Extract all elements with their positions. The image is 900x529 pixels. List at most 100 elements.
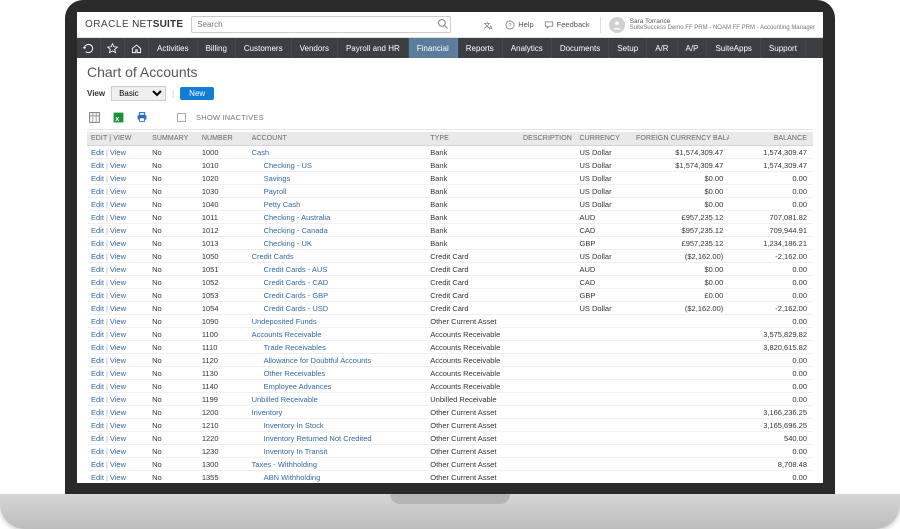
view-link[interactable]: View [110, 161, 126, 170]
col-type[interactable]: TYPE [426, 132, 519, 146]
col-description[interactable]: DESCRIPTION [519, 132, 576, 146]
nav-shortcuts-icon[interactable] [101, 38, 125, 58]
csv-export-icon[interactable] [87, 110, 101, 124]
view-link[interactable]: View [110, 356, 126, 365]
account-link[interactable]: Credit Cards - CAD [252, 278, 329, 287]
view-link[interactable]: View [110, 408, 126, 417]
view-link[interactable]: View [110, 187, 126, 196]
account-link[interactable]: Petty Cash [252, 200, 301, 209]
account-link[interactable]: Credit Cards - AUS [252, 265, 328, 274]
col-number[interactable]: NUMBER [198, 132, 248, 146]
search-input[interactable] [191, 16, 451, 33]
account-link[interactable]: Allowance for Doubtful Accounts [252, 356, 372, 365]
account-link[interactable]: Savings [252, 174, 291, 183]
view-link[interactable]: View [110, 278, 126, 287]
account-link[interactable]: Undeposited Funds [252, 317, 317, 326]
nav-item-analytics[interactable]: Analytics [503, 38, 552, 58]
edit-link[interactable]: Edit [91, 356, 104, 365]
edit-link[interactable]: Edit [91, 460, 104, 469]
show-inactives-checkbox[interactable] [177, 113, 186, 122]
account-link[interactable]: Other Receivables [252, 369, 326, 378]
edit-link[interactable]: Edit [91, 473, 104, 482]
view-link[interactable]: View [110, 226, 126, 235]
view-link[interactable]: View [110, 447, 126, 456]
nav-item-reports[interactable]: Reports [458, 38, 503, 58]
edit-link[interactable]: Edit [91, 265, 104, 274]
view-link[interactable]: View [110, 330, 126, 339]
col-fcb[interactable]: FOREIGN CURRENCY BALANCE [632, 132, 729, 146]
account-link[interactable]: Payroll [252, 187, 287, 196]
nav-item-vendors[interactable]: Vendors [292, 38, 338, 58]
nav-item-billing[interactable]: Billing [198, 38, 236, 58]
account-link[interactable]: Employee Advances [252, 382, 332, 391]
edit-link[interactable]: Edit [91, 291, 104, 300]
edit-link[interactable]: Edit [91, 278, 104, 287]
edit-link[interactable]: Edit [91, 304, 104, 313]
view-link[interactable]: View [110, 434, 126, 443]
view-select[interactable]: Basic [111, 86, 166, 101]
account-link[interactable]: Inventory [252, 408, 283, 417]
view-link[interactable]: View [110, 473, 126, 482]
edit-link[interactable]: Edit [91, 369, 104, 378]
nav-item-customers[interactable]: Customers [236, 38, 292, 58]
nav-item-a-r[interactable]: A/R [647, 38, 677, 58]
account-link[interactable]: Checking - UK [252, 239, 312, 248]
new-button[interactable]: New [180, 87, 214, 100]
view-link[interactable]: View [110, 382, 126, 391]
view-link[interactable]: View [110, 343, 126, 352]
help-link[interactable]: ? Help [505, 20, 533, 30]
edit-link[interactable]: Edit [91, 395, 104, 404]
account-link[interactable]: Inventory In Stock [252, 421, 324, 430]
account-link[interactable]: Trade Receivables [252, 343, 326, 352]
edit-link[interactable]: Edit [91, 226, 104, 235]
col-account[interactable]: ACCOUNT [248, 132, 427, 146]
nav-item-setup[interactable]: Setup [609, 38, 647, 58]
account-link[interactable]: Unbilled Receivable [252, 395, 318, 404]
nav-item-documents[interactable]: Documents [552, 38, 609, 58]
feedback-link[interactable]: Feedback [544, 20, 590, 30]
account-link[interactable]: Inventory In Transit [252, 447, 328, 456]
edit-link[interactable]: Edit [91, 382, 104, 391]
edit-link[interactable]: Edit [91, 408, 104, 417]
col-currency[interactable]: CURRENCY [575, 132, 632, 146]
search-icon[interactable] [437, 18, 447, 28]
view-link[interactable]: View [110, 291, 126, 300]
account-link[interactable]: Inventory Returned Not Credited [252, 434, 372, 443]
edit-link[interactable]: Edit [91, 213, 104, 222]
view-link[interactable]: View [110, 213, 126, 222]
nav-item-support[interactable]: Support [761, 38, 806, 58]
view-link[interactable]: View [110, 148, 126, 157]
account-link[interactable]: Taxes - Withholding [252, 460, 317, 469]
edit-link[interactable]: Edit [91, 200, 104, 209]
account-link[interactable]: ABN Withholding [252, 473, 321, 482]
nav-item-financial[interactable]: Financial [409, 38, 458, 58]
account-link[interactable]: Credit Cards [252, 252, 294, 261]
account-link[interactable]: Checking - Australia [252, 213, 331, 222]
account-link[interactable]: Credit Cards - USD [252, 304, 329, 313]
view-link[interactable]: View [110, 369, 126, 378]
user-menu[interactable]: Sara Torrance SuiteSuccess Demo FF PRM -… [600, 17, 815, 33]
account-link[interactable]: Cash [252, 148, 270, 157]
view-link[interactable]: View [110, 174, 126, 183]
edit-link[interactable]: Edit [91, 239, 104, 248]
view-link[interactable]: View [110, 200, 126, 209]
edit-link[interactable]: Edit [91, 161, 104, 170]
nav-item-a-p[interactable]: A/P [678, 38, 708, 58]
view-link[interactable]: View [110, 421, 126, 430]
edit-link[interactable]: Edit [91, 317, 104, 326]
edit-link[interactable]: Edit [91, 330, 104, 339]
nav-item-payroll-and-hr[interactable]: Payroll and HR [338, 38, 409, 58]
excel-export-icon[interactable]: x [111, 110, 125, 124]
edit-link[interactable]: Edit [91, 174, 104, 183]
edit-link[interactable]: Edit [91, 421, 104, 430]
view-link[interactable]: View [110, 304, 126, 313]
print-icon[interactable] [135, 110, 149, 124]
account-link[interactable]: Checking - Canada [252, 226, 328, 235]
view-link[interactable]: View [110, 265, 126, 274]
col-edit[interactable]: EDIT | VIEW [87, 132, 148, 146]
edit-link[interactable]: Edit [91, 252, 104, 261]
account-link[interactable]: Accounts Receivable [252, 330, 322, 339]
edit-link[interactable]: Edit [91, 343, 104, 352]
account-link[interactable]: Credit Cards - GBP [252, 291, 329, 300]
edit-link[interactable]: Edit [91, 447, 104, 456]
